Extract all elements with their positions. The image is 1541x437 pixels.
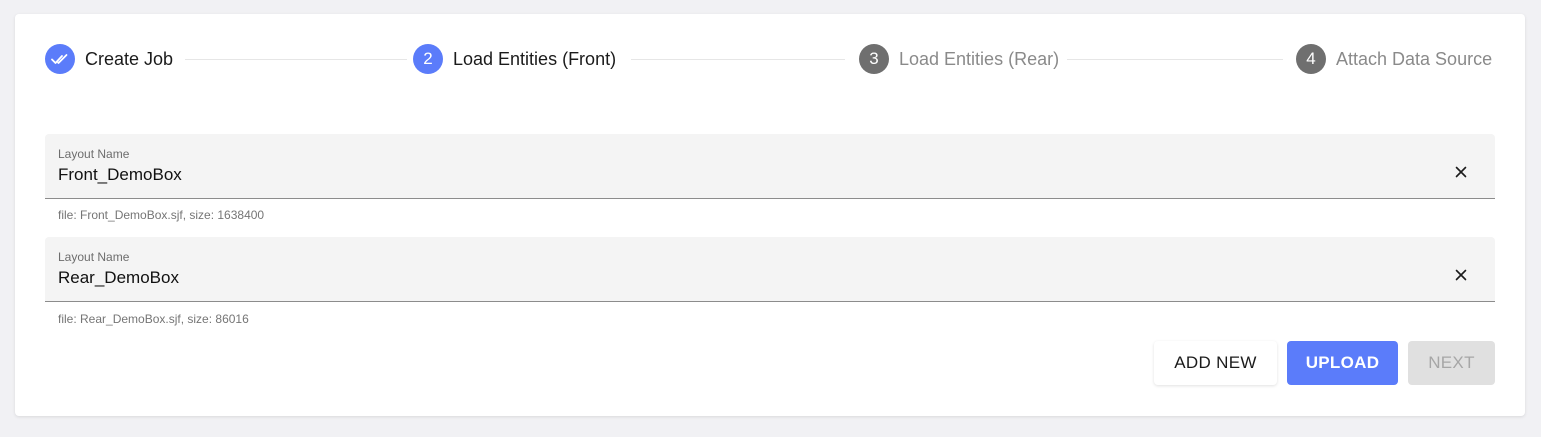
double-check-icon	[51, 54, 68, 64]
field-label: Layout Name	[58, 250, 130, 264]
step-connector	[631, 59, 845, 60]
step-label: Load Entities (Front)	[453, 48, 617, 69]
stepper: Create Job 2 Load Entities (Front) 3 Loa…	[45, 44, 1495, 74]
upload-button[interactable]: UPLOAD	[1287, 341, 1398, 385]
step-label: Create Job	[85, 48, 174, 69]
field-label: Layout Name	[58, 147, 130, 161]
step-load-entities-rear[interactable]: 3 Load Entities (Rear)	[859, 44, 1059, 74]
layout-name-input[interactable]	[58, 268, 1418, 288]
close-icon[interactable]	[1453, 164, 1469, 180]
step-complete-indicator	[45, 44, 75, 74]
step-connector	[1067, 59, 1283, 60]
close-icon[interactable]	[1453, 267, 1469, 283]
add-new-button[interactable]: ADD NEW	[1154, 341, 1277, 385]
step-number: 3	[859, 44, 889, 74]
step-number: 4	[1296, 44, 1326, 74]
step-number: 2	[413, 44, 443, 74]
file-info-text: file: Rear_DemoBox.sjf, size: 86016	[58, 312, 249, 326]
step-attach-data-source[interactable]: 4 Attach Data Source	[1296, 44, 1492, 74]
step-connector	[185, 59, 407, 60]
step-load-entities-front[interactable]: 2 Load Entities (Front)	[413, 44, 616, 74]
upload-card: Create Job 2 Load Entities (Front) 3 Loa…	[15, 14, 1525, 416]
layout-name-input[interactable]	[58, 165, 1418, 185]
step-label: Load Entities (Rear)	[899, 48, 1060, 69]
layout-name-field-rear: Layout Name	[45, 237, 1495, 302]
file-info-text: file: Front_DemoBox.sjf, size: 1638400	[58, 208, 265, 222]
layout-name-field-front: Layout Name	[45, 134, 1495, 199]
step-label: Attach Data Source	[1336, 48, 1493, 69]
next-button[interactable]: NEXT	[1408, 341, 1495, 385]
step-create-job[interactable]: Create Job	[45, 44, 173, 74]
